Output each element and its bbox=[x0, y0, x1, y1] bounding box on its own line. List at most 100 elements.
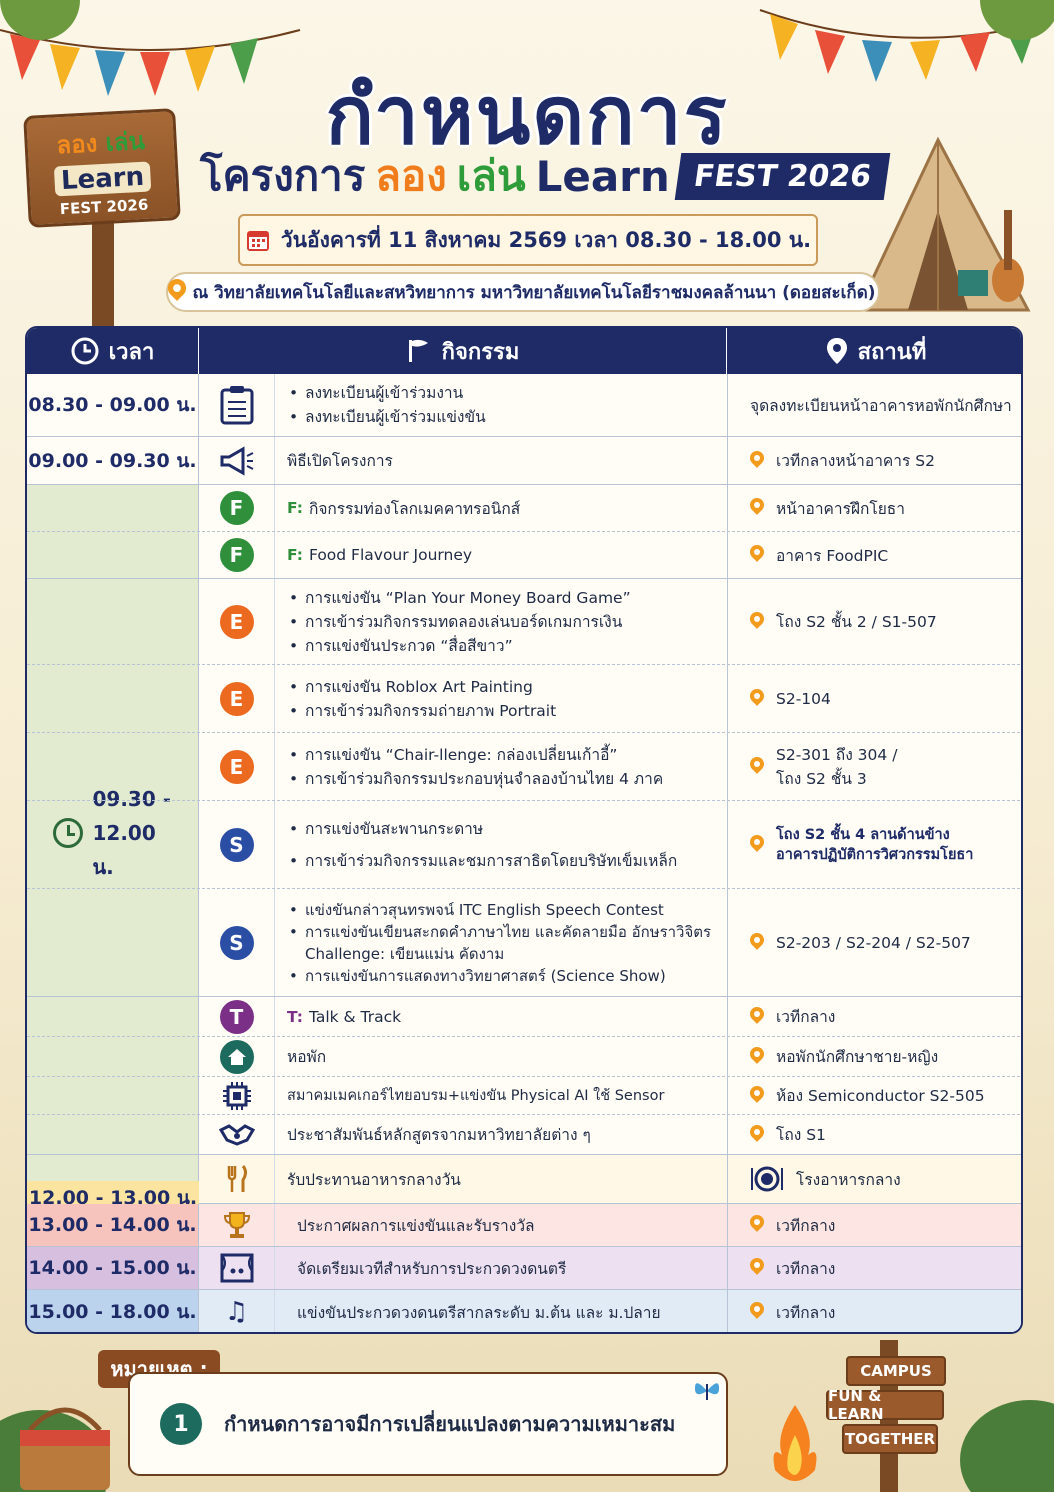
location-pin-icon bbox=[750, 498, 764, 518]
table-row: 15.00 - 18.00 น. ♫ แข่งขันประกวดวงดนตรีส… bbox=[27, 1290, 1021, 1332]
table-row: F F: Food Flavour Journey อาคาร FoodPIC bbox=[27, 532, 1021, 579]
home-icon bbox=[219, 1039, 254, 1074]
clock-icon bbox=[71, 337, 99, 365]
row-place: หน้าอาคารฝึกโยธา bbox=[727, 485, 1021, 531]
row-place: ห้อง Semiconductor S2-505 bbox=[727, 1077, 1021, 1114]
row-activity: จัดเตรียมเวทีสำหรับการประกวดวงดนตรี bbox=[297, 1259, 567, 1278]
e-badge-icon: E bbox=[219, 604, 254, 639]
location-pin-icon bbox=[750, 689, 764, 709]
location-pin-icon bbox=[750, 1125, 764, 1145]
schedule-table: เวลา กิจกรรม สถานที่ 08.30 - 09.00 น. ลง… bbox=[25, 326, 1023, 1334]
fest-banner: FEST 2026 bbox=[674, 152, 891, 200]
row-place: S2-203 / S2-204 / S2-507 bbox=[727, 889, 1021, 996]
location-pin-icon bbox=[750, 1215, 764, 1235]
location-pin-icon bbox=[750, 1258, 764, 1278]
bush-decoration bbox=[960, 1400, 1054, 1492]
project-subtitle: โครงการ ลอง เล่น Learn FEST 2026 bbox=[200, 146, 900, 206]
sign-fun-learn: FUN & LEARN bbox=[826, 1387, 944, 1423]
t-badge-icon: T bbox=[219, 999, 254, 1034]
date-bar: วันอังคารที่ 11 สิงหาคม 2569 เวลา 08.30 … bbox=[238, 214, 818, 266]
s-badge-icon: S bbox=[219, 827, 254, 862]
sign-together: TOGETHER bbox=[842, 1424, 938, 1454]
row-activity: สมาคมเมคเกอร์ไทยอบรม+แข่งขัน Physical AI… bbox=[287, 1088, 665, 1104]
table-row: T T: Talk & Track เวทีกลาง bbox=[27, 997, 1021, 1037]
row-place: โถง S2 ชั้น 4 ลานด้านข้าง อาคารปฏิบัติการ… bbox=[727, 801, 1021, 888]
venue-text: ณ วิทยาลัยเทคโนโลยีและสหวิทยาการ มหาวิทย… bbox=[192, 282, 876, 303]
row-place: อาคาร FoodPIC bbox=[727, 532, 1021, 578]
row-activity: การแข่งขัน “Chair-llenge: กล่องเปลี่ยนเก… bbox=[287, 733, 727, 800]
e-badge-icon: E bbox=[219, 749, 254, 784]
location-pin-icon bbox=[750, 1302, 764, 1322]
row-time: 15.00 - 18.00 น. bbox=[27, 1290, 199, 1332]
note-number: 1 bbox=[160, 1403, 202, 1445]
sign-campus: CAMPUS bbox=[846, 1356, 946, 1386]
location-pin-icon bbox=[750, 933, 764, 953]
row-place: เวทีกลาง bbox=[727, 997, 1021, 1036]
row-activity: การแข่งขัน Roblox Art Paintingการเข้าร่ว… bbox=[287, 665, 727, 732]
event-date: วันอังคารที่ 11 สิงหาคม 2569 เวลา 08.30 … bbox=[280, 227, 812, 252]
table-row: 08.30 - 09.00 น. ลงทะเบียนผู้เข้าร่วมงาน… bbox=[27, 374, 1021, 437]
table-row: ประชาสัมพันธ์หลักสูตรจากมหาวิทยาลัยต่าง … bbox=[27, 1115, 1021, 1155]
table-row: E การแข่งขัน “Chair-llenge: กล่องเปลี่ยน… bbox=[27, 733, 1021, 801]
flag-icon bbox=[408, 339, 428, 362]
table-row: สมาคมเมคเกอร์ไทยอบรม+แข่งขัน Physical AI… bbox=[27, 1077, 1021, 1115]
row-place: เวทีกลาง bbox=[727, 1204, 1021, 1246]
row-activity: ประกาศผลการแข่งขันและรับรางวัล bbox=[297, 1216, 535, 1235]
table-row: F F: กิจกรรมท่องโลกเมคคาทรอนิกส์ หน้าอาคา… bbox=[27, 485, 1021, 532]
calendar-icon bbox=[246, 231, 269, 251]
row-activity: การแข่งขันสะพานกระดาษการเข้าร่วมกิจกรรมแ… bbox=[287, 801, 727, 888]
row-time: 08.30 - 09.00 น. bbox=[27, 374, 199, 436]
location-pin-icon bbox=[826, 338, 847, 364]
row-activity: F: Food Flavour Journey bbox=[287, 546, 473, 564]
table-header: เวลา กิจกรรม สถานที่ bbox=[27, 328, 1021, 374]
s-badge-icon: S bbox=[219, 925, 254, 960]
row-place: โถง S2 ชั้น 2 / S1-507 bbox=[727, 579, 1021, 664]
row-place: โถง S1 bbox=[727, 1115, 1021, 1154]
chip-icon bbox=[222, 1081, 251, 1110]
row-activity: หอพัก bbox=[287, 1048, 327, 1066]
location-pin-icon bbox=[750, 545, 764, 565]
row-activity: ลงทะเบียนผู้เข้าร่วมงานลงทะเบียนผู้เข้าร… bbox=[287, 374, 727, 436]
row-place: เวทีกลางหน้าอาคาร S2 bbox=[727, 437, 1021, 484]
f-badge-icon: F bbox=[219, 538, 254, 572]
table-row: E การแข่งขัน Roblox Art Paintingการเข้าร… bbox=[27, 665, 1021, 733]
row-activity: แข่งขันประกวดวงดนตรีสากลระดับ ม.ต้น และ … bbox=[297, 1303, 661, 1322]
music-note-icon: ♫ bbox=[224, 1297, 249, 1327]
row-place: S2-301 ถึง 304 /โถง S2 ชั้น 3 bbox=[727, 733, 1021, 800]
header-time: เวลา bbox=[27, 328, 199, 374]
row-activity: T: Talk & Track bbox=[287, 1007, 402, 1026]
row-activity: ประชาสัมพันธ์หลักสูตรจากมหาวิทยาลัยต่าง … bbox=[287, 1126, 591, 1144]
butterfly-icon bbox=[694, 1383, 720, 1400]
row-place: จุดลงทะเบียนหน้าอาคารหอพักนักศึกษา bbox=[727, 374, 1021, 436]
location-pin-icon bbox=[750, 1086, 764, 1106]
logo-line3: FEST 2026 bbox=[59, 195, 149, 219]
table-row: 14.00 - 15.00 น. จัดเตรียมเวทีสำหรับการป… bbox=[27, 1247, 1021, 1290]
f-badge-icon: F bbox=[219, 491, 254, 525]
row-place: S2-104 bbox=[727, 665, 1021, 732]
plate-icon bbox=[751, 1166, 783, 1192]
table-row: 09.00 - 09.30 น. พิธีเปิดโครงการ เวทีกลา… bbox=[27, 437, 1021, 485]
row-place: โรงอาหารกลาง bbox=[727, 1155, 1021, 1203]
table-row: S การแข่งขันสะพานกระดาษการเข้าร่วมกิจกรร… bbox=[27, 801, 1021, 889]
location-pin-icon bbox=[750, 835, 764, 855]
row-activity: พิธีเปิดโครงการ bbox=[287, 452, 393, 470]
campfire-icon bbox=[773, 1405, 817, 1481]
location-pin-icon bbox=[750, 451, 764, 471]
row-activity: F: กิจกรรมท่องโลกเมคคาทรอนิกส์ bbox=[287, 499, 521, 518]
clipboard-icon bbox=[220, 386, 253, 425]
row-activity: การแข่งขัน “Plan Your Money Board Game”ก… bbox=[287, 579, 727, 664]
table-row: 13.00 - 14.00 น. ประกาศผลการแข่งขันและรั… bbox=[27, 1204, 1021, 1247]
row-time: 13.00 - 14.00 น. bbox=[27, 1204, 199, 1246]
row-place: เวทีกลาง bbox=[727, 1247, 1021, 1289]
note-box: 1 กำหนดการอาจมีการเปลี่ยนแปลงตามความเหมา… bbox=[128, 1372, 728, 1476]
row-place: เวทีกลาง bbox=[727, 1290, 1021, 1332]
row-place: หอพักนักศึกษาชาย-หญิง bbox=[727, 1037, 1021, 1076]
handshake-icon bbox=[218, 1123, 255, 1146]
table-row: หอพัก หอพักนักศึกษาชาย-หญิง bbox=[27, 1037, 1021, 1077]
row-time: 14.00 - 15.00 น. bbox=[27, 1247, 199, 1289]
header-place: สถานที่ bbox=[727, 328, 1021, 374]
table-row: E การแข่งขัน “Plan Your Money Board Game… bbox=[27, 579, 1021, 665]
trophy-icon bbox=[223, 1212, 250, 1238]
venue-bar: ณ วิทยาลัยเทคโนโลยีและสหวิทยาการ มหาวิทย… bbox=[166, 272, 880, 312]
row-time: 09.00 - 09.30 น. bbox=[27, 437, 199, 484]
